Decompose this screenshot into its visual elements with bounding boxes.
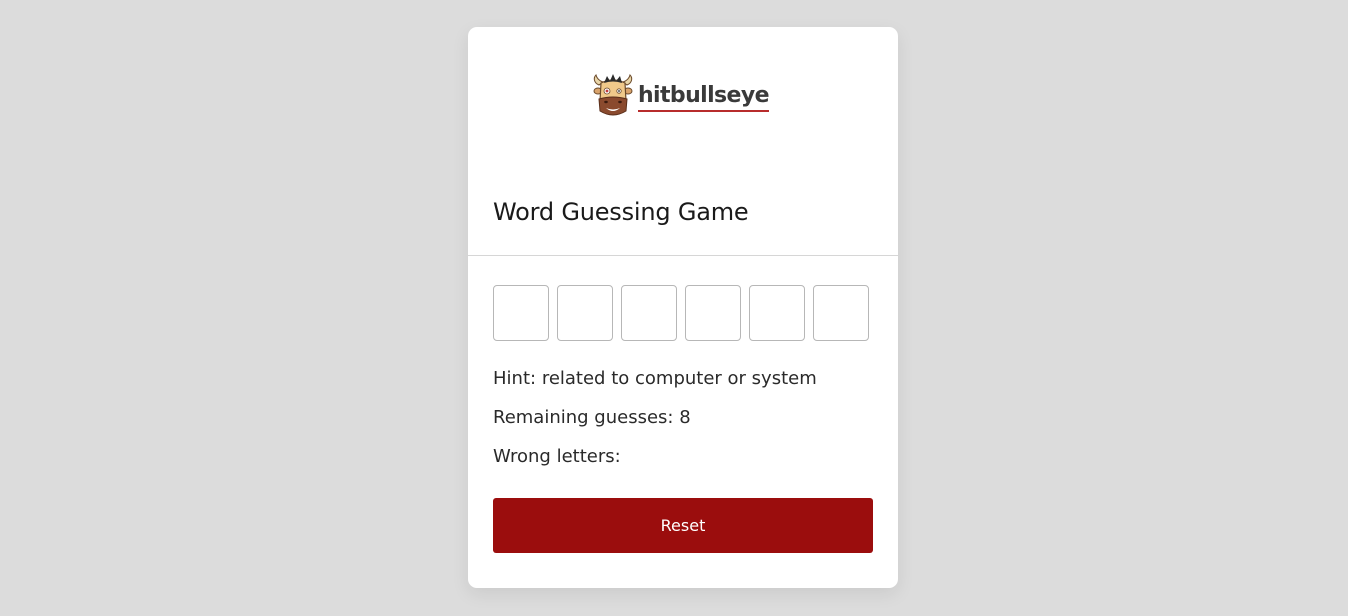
hint-text: Hint: related to computer or system: [493, 368, 817, 389]
wrong-letters: Wrong letters:: [493, 446, 621, 467]
letter-input-3[interactable]: [621, 285, 677, 341]
divider: [468, 255, 898, 256]
hint-value: related to computer or system: [541, 368, 817, 389]
logo-text: hitbullseye: [638, 83, 769, 112]
reset-button[interactable]: Reset: [493, 498, 873, 553]
remaining-label: Remaining guesses:: [493, 407, 674, 428]
remaining-guesses: Remaining guesses: 8: [493, 407, 691, 428]
page-title: Word Guessing Game: [493, 198, 749, 226]
game-card: hitbullseye Word Guessing Game Hint: rel…: [468, 27, 898, 588]
letter-input-4[interactable]: [685, 285, 741, 341]
wrong-label: Wrong letters:: [493, 446, 621, 467]
letter-input-1[interactable]: [493, 285, 549, 341]
hint-label: Hint:: [493, 368, 537, 389]
letter-input-5[interactable]: [749, 285, 805, 341]
bull-mascot-icon: [593, 74, 633, 116]
brand-logo[interactable]: hitbullseye: [593, 71, 769, 121]
letter-input-6[interactable]: [813, 285, 869, 341]
letter-inputs: [493, 285, 869, 341]
remaining-count: 8: [679, 407, 691, 428]
letter-input-2[interactable]: [557, 285, 613, 341]
